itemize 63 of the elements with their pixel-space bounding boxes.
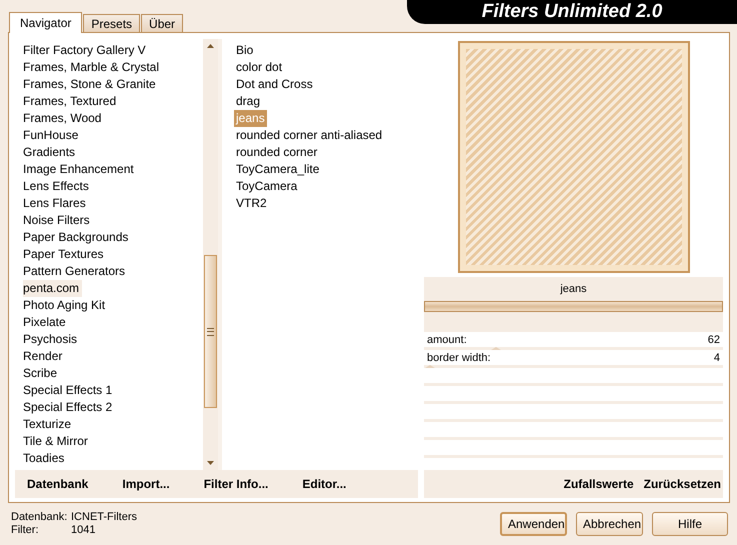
window-title: Filters Unlimited 2.0: [482, 1, 662, 23]
dialog-button[interactable]: Anwenden: [500, 512, 567, 536]
list-item[interactable]: VTR2: [234, 195, 269, 212]
list-item[interactable]: Frames, Stone & Granite: [23, 76, 203, 93]
list-item[interactable]: rounded corner: [234, 144, 320, 161]
list-item[interactable]: FunHouse: [23, 127, 203, 144]
action-link[interactable]: Zurücksetzen: [644, 477, 721, 491]
scroll-down-icon[interactable]: [207, 461, 214, 465]
action-link[interactable]: Import...: [122, 477, 170, 491]
list-item[interactable]: Noise Filters: [23, 212, 203, 229]
list-item[interactable]: ToyCamera_lite: [234, 161, 322, 178]
list-item[interactable]: Dot and Cross: [234, 76, 315, 93]
grip-icon: [207, 328, 214, 336]
dialog-button[interactable]: Hilfe: [652, 512, 728, 536]
action-link[interactable]: Filter Info...: [204, 477, 268, 491]
list-item[interactable]: Psychosis: [23, 331, 203, 348]
list-item[interactable]: Scribe: [23, 365, 203, 382]
parameter-value: 62: [708, 334, 720, 346]
parameter-slider[interactable]: border width: 4: [424, 350, 723, 368]
list-item[interactable]: penta.com: [23, 280, 82, 297]
list-item[interactable]: Frames, Textured: [23, 93, 203, 110]
tab[interactable]: Navigator: [9, 12, 82, 33]
parameter-value: 4: [714, 352, 720, 364]
list-item[interactable]: Lens Flares: [23, 195, 203, 212]
tab[interactable]: Über: [141, 14, 184, 32]
scrollbar[interactable]: [203, 39, 222, 470]
list-item[interactable]: Paper Textures: [23, 246, 203, 263]
status-label: Datenbank:: [11, 511, 68, 524]
status-value: ICNET-Filters: [71, 511, 137, 524]
dialog-button[interactable]: Abbrechen: [576, 512, 643, 536]
status-label: Filter:: [11, 524, 40, 537]
list-item[interactable]: Bio: [234, 42, 256, 59]
list-item[interactable]: drag: [234, 93, 262, 110]
list-item[interactable]: Frames, Marble & Crystal: [23, 59, 203, 76]
list-item[interactable]: Gradients: [23, 144, 203, 161]
scroll-up-icon[interactable]: [207, 44, 214, 48]
action-link[interactable]: Zufallswerte: [564, 477, 634, 491]
list-item[interactable]: Image Enhancement: [23, 161, 203, 178]
list-item[interactable]: ToyCamera: [234, 178, 300, 195]
list-item[interactable]: rounded corner anti-aliased: [234, 127, 384, 144]
list-item[interactable]: Frames, Wood: [23, 110, 203, 127]
list-item[interactable]: Texturize: [23, 416, 203, 433]
list-item[interactable]: Special Effects 2: [23, 399, 203, 416]
list-item[interactable]: Toadies: [23, 450, 203, 467]
list-item[interactable]: Pattern Generators: [23, 263, 203, 280]
action-link[interactable]: Datenbank: [27, 477, 88, 491]
list-item[interactable]: Filter Factory Gallery V: [23, 42, 203, 59]
parameter-label: border width:: [427, 352, 491, 364]
list-item[interactable]: Tile & Mirror: [23, 433, 203, 450]
filter-name: jeans: [424, 277, 723, 301]
list-item[interactable]: Paper Backgrounds: [23, 229, 203, 246]
list-item[interactable]: Special Effects 1: [23, 382, 203, 399]
list-item[interactable]: color dot: [234, 59, 284, 76]
tab[interactable]: Presets: [83, 14, 140, 32]
action-link[interactable]: Editor...: [302, 477, 346, 491]
status-value: 1041: [71, 524, 96, 537]
scroll-thumb[interactable]: [204, 255, 217, 408]
list-item[interactable]: Pixelate: [23, 314, 203, 331]
list-item[interactable]: Render: [23, 348, 203, 365]
list-item[interactable]: Lens Effects: [23, 178, 203, 195]
parameter-label: amount:: [427, 334, 467, 346]
list-item[interactable]: Photo Aging Kit: [23, 297, 203, 314]
parameter-slider[interactable]: amount: 62: [424, 332, 723, 350]
